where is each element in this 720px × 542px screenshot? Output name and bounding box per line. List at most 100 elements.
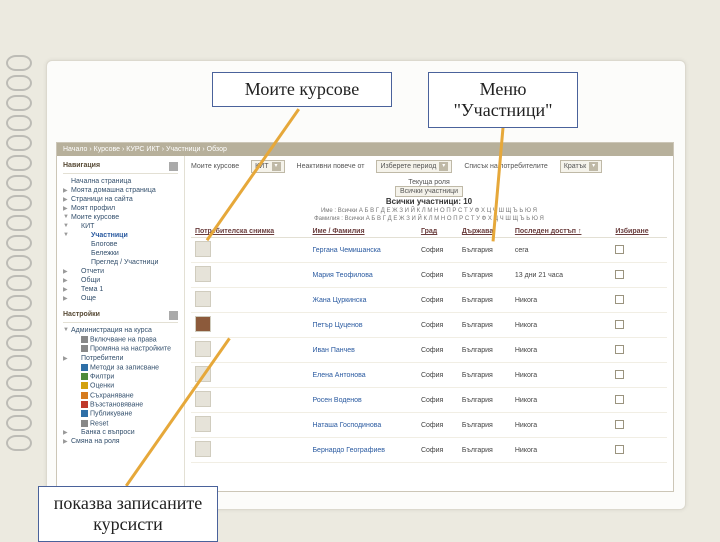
settings-filters[interactable]: Филтри xyxy=(63,372,178,381)
avatar[interactable] xyxy=(195,291,211,307)
label: Настройки xyxy=(63,311,100,320)
row-checkbox[interactable] xyxy=(615,345,624,354)
pencil-icon xyxy=(81,336,88,343)
main-content: Моите курсове КИТ▾ Неактивни повече от И… xyxy=(185,156,673,490)
cell-name[interactable]: Елена Антонова xyxy=(308,363,416,388)
col-last-access[interactable]: Последен достъп ↑ xyxy=(511,226,611,238)
label: Списък на потребителите xyxy=(464,163,548,170)
nav-common[interactable]: Общи xyxy=(63,276,178,285)
cell-last-access: Никога xyxy=(511,388,611,413)
alpha-filter-firstname[interactable]: Име : Всички А Б В Г Д Е Ж З И Й К Л М Н… xyxy=(191,208,667,214)
cell-city: София xyxy=(417,363,458,388)
settings-users[interactable]: Потребители xyxy=(63,354,178,363)
cell-country: България xyxy=(458,363,511,388)
settings-grades[interactable]: Оценки xyxy=(63,381,178,390)
row-checkbox[interactable] xyxy=(615,445,624,454)
row-checkbox[interactable] xyxy=(615,320,624,329)
cell-name[interactable]: Бернардо Географиев xyxy=(308,438,416,463)
gear-icon[interactable] xyxy=(169,162,178,171)
settings-publish[interactable]: Публикуване xyxy=(63,409,178,418)
cell-last-access: 13 дни 21 часа xyxy=(511,263,611,288)
avatar[interactable] xyxy=(195,441,211,457)
cell-name[interactable]: Гергана Чемишанска xyxy=(308,238,416,263)
cell-last-access: Никога xyxy=(511,363,611,388)
user-list-select[interactable]: Кратък▾ xyxy=(560,160,602,173)
cell-last-access: сега xyxy=(511,238,611,263)
participants-count: Всички участници: 10 xyxy=(386,197,472,206)
row-checkbox[interactable] xyxy=(615,245,624,254)
table-row: Иван ПанчевСофияБългарияНикога xyxy=(191,338,667,363)
settings-edit[interactable]: Промяна на настройките xyxy=(63,344,178,353)
nav-site-pages[interactable]: Страници на сайта xyxy=(63,195,178,204)
row-checkbox[interactable] xyxy=(615,270,624,279)
col-city[interactable]: Град xyxy=(417,226,458,238)
settings-edit-roles[interactable]: Включване на права xyxy=(63,335,178,344)
col-country[interactable]: Държава xyxy=(458,226,511,238)
nav-topic1[interactable]: Тема 1 xyxy=(63,285,178,294)
col-select[interactable]: Избиране xyxy=(611,226,667,238)
row-checkbox[interactable] xyxy=(615,370,624,379)
avatar[interactable] xyxy=(195,416,211,432)
nav-notes[interactable]: Бележки xyxy=(63,249,178,258)
avatar[interactable] xyxy=(195,241,211,257)
nav-my-courses[interactable]: Моите курсове xyxy=(63,213,178,222)
cell-name[interactable]: Мария Теофилова xyxy=(308,263,416,288)
table-row: Бернардо ГеографиевСофияБългарияНикога xyxy=(191,438,667,463)
avatar[interactable] xyxy=(195,266,211,282)
grades-icon xyxy=(81,382,88,389)
nav-home[interactable]: Начална страница xyxy=(63,177,178,186)
nav-blogs[interactable]: Блогове xyxy=(63,240,178,249)
avatar[interactable] xyxy=(195,391,211,407)
label: Навигация xyxy=(63,162,100,171)
cell-country: България xyxy=(458,313,511,338)
annotation-shows-enrolled: показва записаните курсисти xyxy=(38,486,218,542)
settings-course-admin[interactable]: Администрация на курса xyxy=(63,326,178,335)
reset-icon xyxy=(81,420,88,427)
settings-methods[interactable]: Методи за записване xyxy=(63,363,178,372)
nav-my-home[interactable]: Моята домашна страница xyxy=(63,186,178,195)
person-icon xyxy=(81,364,88,371)
cell-name[interactable]: Иван Панчев xyxy=(308,338,416,363)
avatar[interactable] xyxy=(195,341,211,357)
row-checkbox[interactable] xyxy=(615,420,624,429)
table-row: Жана ЦуркинскаСофияБългарияНикога xyxy=(191,288,667,313)
settings-backup[interactable]: Съхраняване xyxy=(63,391,178,400)
cell-name[interactable]: Наташа Господинова xyxy=(308,413,416,438)
table-row: Наташа ГосподиноваСофияБългарияНикога xyxy=(191,413,667,438)
table-row: Мария ТеофиловаСофияБългария13 дни 21 ча… xyxy=(191,263,667,288)
cell-country: България xyxy=(458,288,511,313)
breadcrumb: Начало › Курсове › КУРС ИКТ › Участници … xyxy=(57,143,673,156)
current-role-label: Текуща роля xyxy=(191,179,667,186)
cell-last-access: Никога xyxy=(511,313,611,338)
chevron-down-icon: ▾ xyxy=(272,162,281,171)
row-checkbox[interactable] xyxy=(615,295,624,304)
cell-name[interactable]: Росен Воденов xyxy=(308,388,416,413)
spiral-binding xyxy=(6,55,46,495)
settings-restore[interactable]: Възстановяване xyxy=(63,400,178,409)
cell-country: България xyxy=(458,438,511,463)
settings-reset[interactable]: Reset xyxy=(63,419,178,428)
all-participants-button[interactable]: Всички участници xyxy=(395,186,463,197)
gear-icon[interactable] xyxy=(169,311,178,320)
moodle-screenshot: Начало › Курсове › КУРС ИКТ › Участници … xyxy=(56,142,674,492)
cell-city: София xyxy=(417,388,458,413)
cell-city: София xyxy=(417,238,458,263)
cell-name[interactable]: Жана Цуркинска xyxy=(308,288,416,313)
col-name[interactable]: Име / Фамилия xyxy=(308,226,416,238)
nav-given[interactable]: Преглед / Участници xyxy=(63,258,178,267)
cell-city: София xyxy=(417,263,458,288)
nav-more[interactable]: Още xyxy=(63,294,178,303)
inactive-select[interactable]: Изберете период▾ xyxy=(376,160,452,173)
nav-my-profile[interactable]: Моят профил xyxy=(63,204,178,213)
avatar[interactable] xyxy=(195,316,211,332)
cell-city: София xyxy=(417,413,458,438)
chevron-down-icon: ▾ xyxy=(439,162,448,171)
nav-participants[interactable]: Участници xyxy=(63,231,178,240)
row-checkbox[interactable] xyxy=(615,395,624,404)
cell-country: България xyxy=(458,238,511,263)
nav-course-kit[interactable]: КИТ xyxy=(63,222,178,231)
alpha-filter-surname[interactable]: Фамилия : Всички А Б В Г Д Е Ж З И Й К Л… xyxy=(191,216,667,222)
cell-country: България xyxy=(458,338,511,363)
cell-name[interactable]: Петър Цуценов xyxy=(308,313,416,338)
nav-reports[interactable]: Отчети xyxy=(63,267,178,276)
